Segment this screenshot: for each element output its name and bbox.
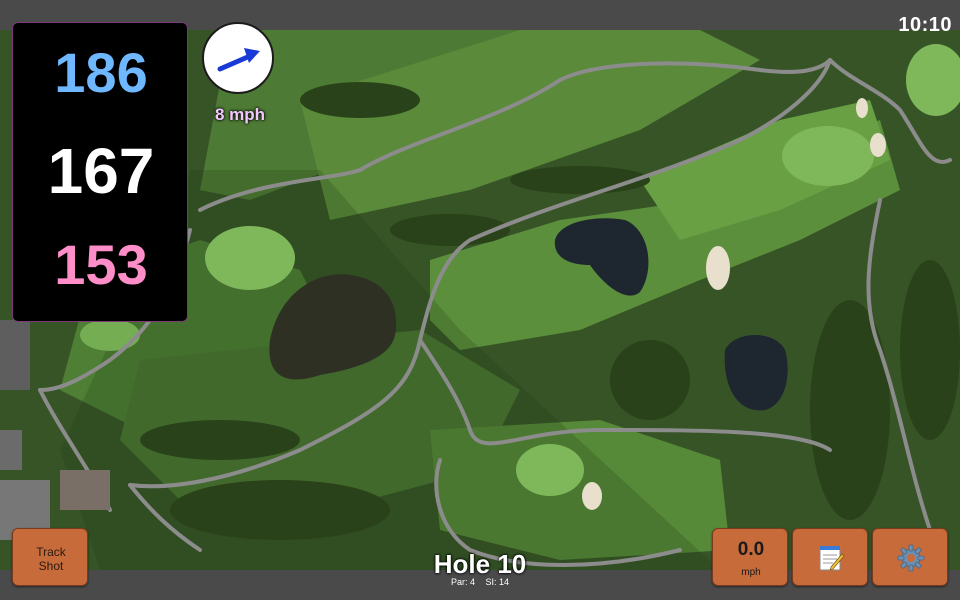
notepad-icon [819, 546, 845, 571]
gear-icon [897, 544, 925, 572]
wind-speed-label: 8 mph [214, 105, 266, 124]
wind-speed-unit: mph [741, 567, 761, 578]
hole-info: Par: 4 SI: 14 [380, 577, 580, 587]
distance-panel: 186 167 153 [12, 22, 188, 322]
center-distance: 167 [47, 135, 155, 207]
track-shot-label-line2: Shot [38, 559, 64, 573]
wind-direction-arrow-icon [217, 48, 260, 72]
hole-title: Hole 10 [433, 549, 527, 579]
back-distance: 186 [54, 41, 148, 104]
clock: 10:10 [898, 14, 952, 36]
wind-speed-button[interactable]: 0.0 mph [712, 528, 788, 586]
track-shot-label-line1: Track [36, 545, 66, 559]
hole-par: Par: 4 [450, 577, 475, 587]
wind-speed-value: 0.0 [737, 539, 765, 560]
track-shot-button[interactable]: Track Shot [12, 528, 88, 586]
hole-stroke-index: SI: 14 [485, 577, 510, 587]
settings-button[interactable] [872, 528, 948, 586]
front-distance: 153 [54, 233, 148, 296]
notes-button[interactable] [792, 528, 868, 586]
wind-indicator[interactable] [202, 22, 274, 94]
